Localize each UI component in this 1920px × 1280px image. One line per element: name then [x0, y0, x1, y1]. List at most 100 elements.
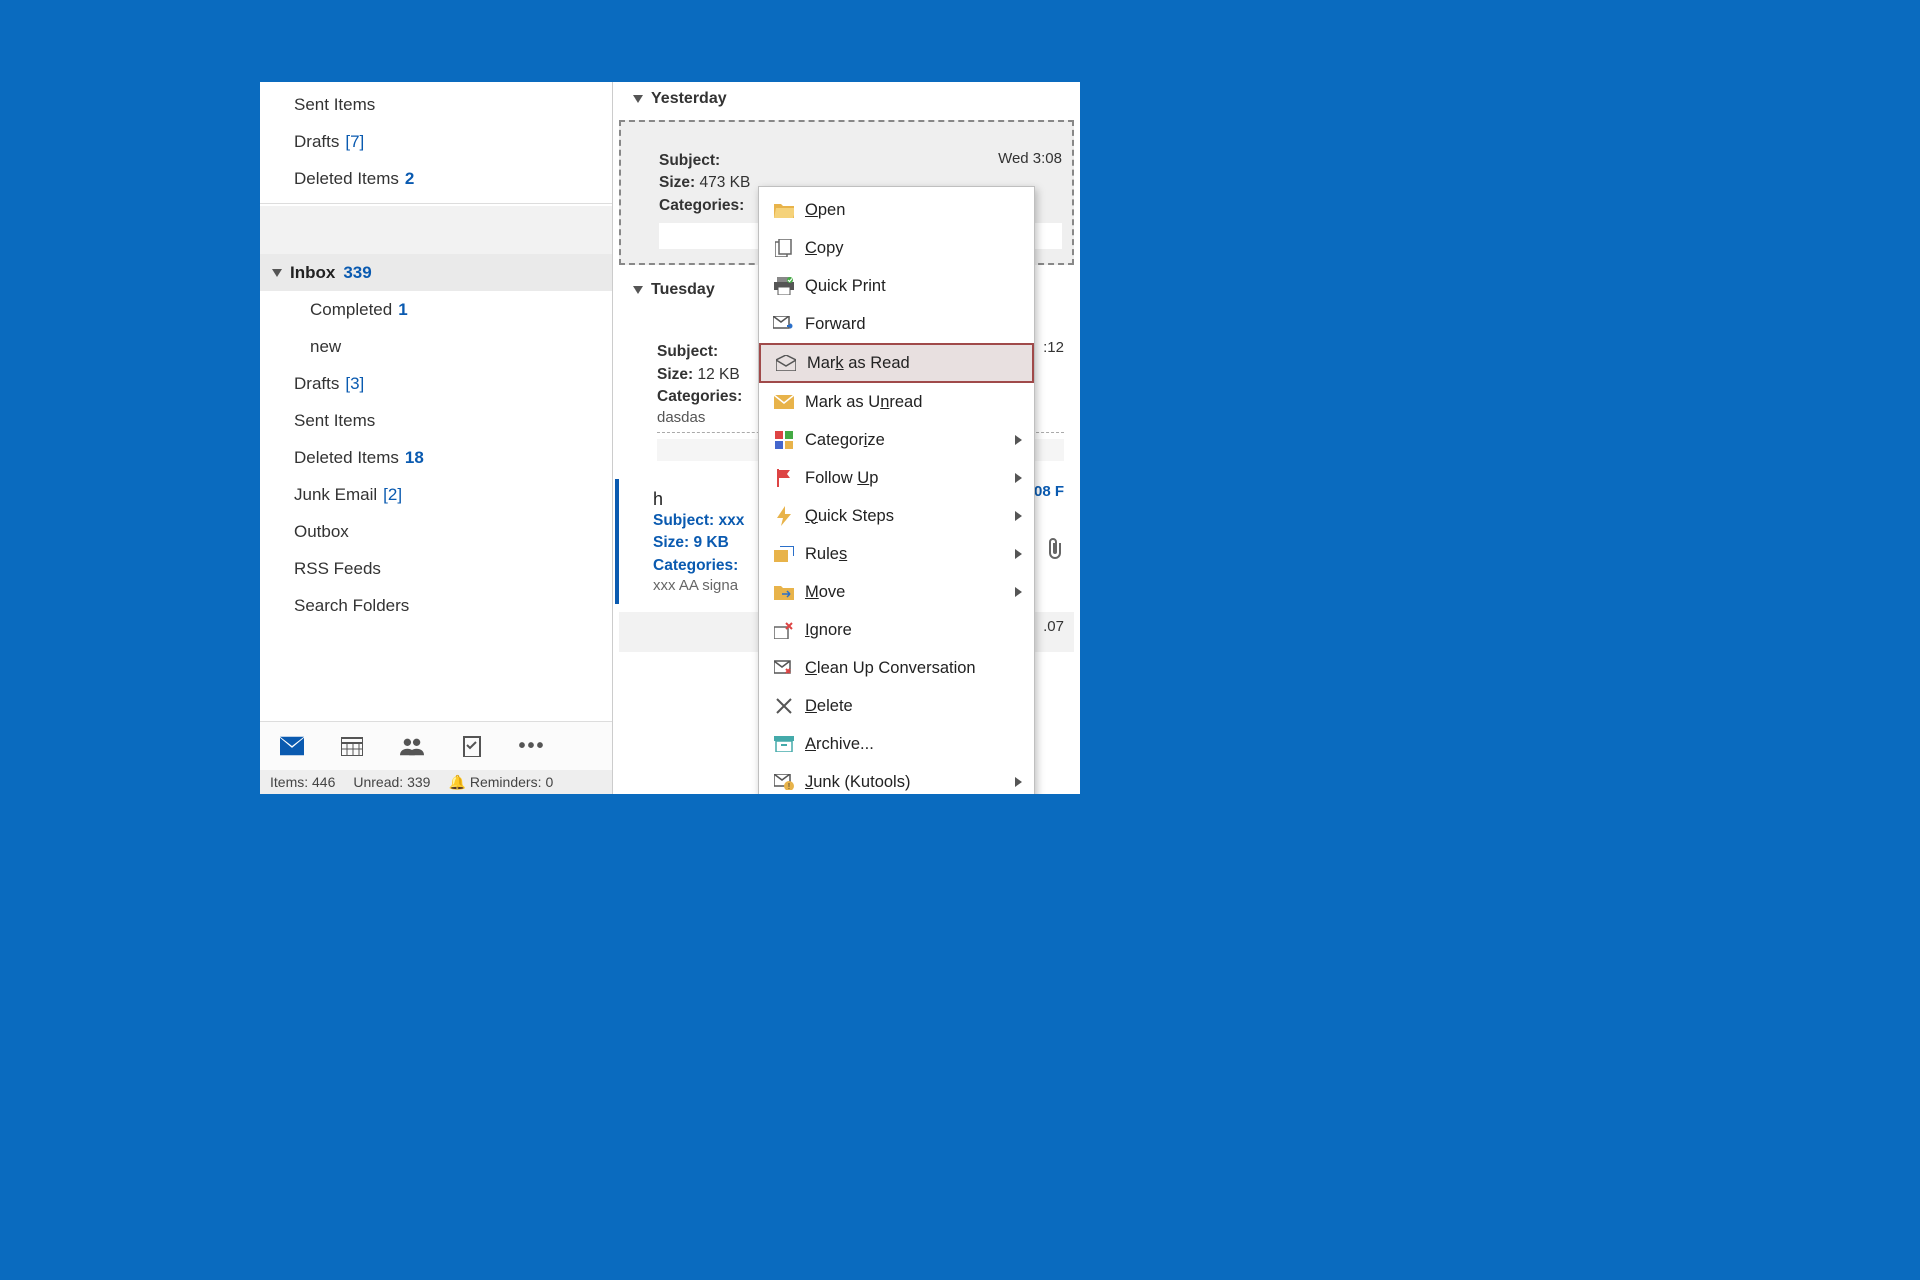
- menu-quick-print[interactable]: Quick Print: [759, 267, 1034, 305]
- folder-label: Sent Items: [294, 411, 375, 431]
- folder-junk-email[interactable]: Junk Email [2]: [260, 476, 612, 513]
- ignore-icon: [769, 621, 799, 639]
- folder-label: Search Folders: [294, 596, 409, 616]
- folder-count: [2]: [383, 485, 402, 505]
- junk-icon: !: [769, 774, 799, 790]
- archive-icon: [769, 736, 799, 752]
- folder-drafts[interactable]: Drafts [7]: [260, 123, 612, 160]
- folder-label: Inbox: [290, 263, 335, 283]
- expand-triangle-icon: [272, 269, 282, 277]
- envelope-open-icon: [771, 355, 801, 371]
- folder-inbox[interactable]: Inbox 339: [260, 254, 612, 291]
- submenu-arrow-icon: [1015, 587, 1022, 597]
- folder-search-folders[interactable]: Search Folders: [260, 587, 612, 624]
- folder-count: 339: [343, 263, 371, 283]
- copy-icon: [769, 239, 799, 257]
- submenu-arrow-icon: [1015, 435, 1022, 445]
- submenu-arrow-icon: [1015, 473, 1022, 483]
- folder-sent-items-2[interactable]: Sent Items: [260, 402, 612, 439]
- folder-label: RSS Feeds: [294, 559, 381, 579]
- lightning-icon: [769, 506, 799, 526]
- delete-icon: [769, 698, 799, 714]
- context-menu: Open Copy Quick Print Forward Mark as Re…: [758, 186, 1035, 794]
- svg-text:!: !: [788, 782, 790, 790]
- folder-deleted-items-2[interactable]: Deleted Items 18: [260, 439, 612, 476]
- menu-junk[interactable]: ! Junk (Kutools): [759, 763, 1034, 794]
- account-header[interactable]: [260, 206, 612, 254]
- menu-categorize[interactable]: Categorize: [759, 421, 1034, 459]
- collapse-triangle-icon: [633, 95, 643, 103]
- group-label: Yesterday: [651, 90, 727, 108]
- mail-icon[interactable]: [280, 735, 304, 757]
- menu-delete[interactable]: Delete: [759, 687, 1034, 725]
- folder-label: Sent Items: [294, 95, 375, 115]
- printer-icon: [769, 277, 799, 295]
- people-icon[interactable]: [400, 735, 424, 757]
- status-reminders: 🔔 Reminders: 0: [448, 774, 553, 791]
- bell-icon: 🔔: [448, 774, 465, 791]
- folder-open-icon: [769, 202, 799, 218]
- folder-label: Drafts: [294, 132, 339, 152]
- folder-label: Outbox: [294, 522, 349, 542]
- folder-count: 1: [398, 300, 407, 320]
- folder-count: 18: [405, 448, 424, 468]
- attachment-icon: [1046, 537, 1064, 559]
- menu-mark-as-read[interactable]: Mark as Read: [759, 343, 1034, 383]
- forward-icon: [769, 316, 799, 332]
- folder-label: new: [310, 337, 341, 357]
- menu-mark-as-unread[interactable]: Mark as Unread: [759, 383, 1034, 421]
- menu-archive[interactable]: Archive...: [759, 725, 1034, 763]
- more-icon[interactable]: •••: [520, 735, 544, 757]
- submenu-arrow-icon: [1015, 777, 1022, 787]
- categorize-icon: [769, 431, 799, 449]
- folder-count: [3]: [345, 374, 364, 394]
- menu-rules[interactable]: Rules: [759, 535, 1034, 573]
- folder-new[interactable]: new: [260, 328, 612, 365]
- flag-icon: [769, 469, 799, 487]
- menu-open[interactable]: Open: [759, 191, 1034, 229]
- folder-deleted-items[interactable]: Deleted Items 2: [260, 160, 612, 197]
- folder-completed[interactable]: Completed 1: [260, 291, 612, 328]
- status-unread: Unread: 339: [353, 774, 430, 790]
- mail-time: :12: [1043, 339, 1064, 356]
- calendar-icon[interactable]: [340, 735, 364, 757]
- folder-rss-feeds[interactable]: RSS Feeds: [260, 550, 612, 587]
- outlook-window: Sent Items Drafts [7] Deleted Items 2 In…: [260, 82, 1080, 794]
- folder-list: Sent Items Drafts [7] Deleted Items 2 In…: [260, 82, 612, 721]
- status-bar: Items: 446 Unread: 339 🔔 Reminders: 0: [260, 770, 612, 794]
- folder-label: Drafts: [294, 374, 339, 394]
- rules-icon: [769, 546, 799, 562]
- nav-bar: •••: [260, 721, 612, 770]
- submenu-arrow-icon: [1015, 511, 1022, 521]
- submenu-arrow-icon: [1015, 549, 1022, 559]
- folder-count: 2: [405, 169, 414, 189]
- menu-forward[interactable]: Forward: [759, 305, 1034, 343]
- folder-label: Deleted Items: [294, 169, 399, 189]
- folder-sent-items[interactable]: Sent Items: [260, 86, 612, 123]
- menu-copy[interactable]: Copy: [759, 229, 1034, 267]
- folder-label: Junk Email: [294, 485, 377, 505]
- tasks-icon[interactable]: [460, 735, 484, 757]
- folder-label: Completed: [310, 300, 392, 320]
- collapse-triangle-icon: [633, 286, 643, 294]
- mail-time: .07: [1043, 618, 1064, 635]
- mail-time: 08 F: [1034, 483, 1064, 500]
- envelope-closed-icon: [769, 395, 799, 409]
- folder-label: Deleted Items: [294, 448, 399, 468]
- divider: [260, 203, 612, 204]
- move-folder-icon: [769, 584, 799, 600]
- mail-time: Wed 3:08: [998, 150, 1062, 167]
- menu-ignore[interactable]: Ignore: [759, 611, 1034, 649]
- group-yesterday[interactable]: Yesterday: [613, 82, 1080, 116]
- status-items: Items: 446: [270, 774, 335, 790]
- folder-outbox[interactable]: Outbox: [260, 513, 612, 550]
- menu-move[interactable]: Move: [759, 573, 1034, 611]
- cleanup-icon: [769, 659, 799, 677]
- folder-count: [7]: [345, 132, 364, 152]
- menu-quick-steps[interactable]: Quick Steps: [759, 497, 1034, 535]
- folder-drafts-2[interactable]: Drafts [3]: [260, 365, 612, 402]
- folder-sidebar: Sent Items Drafts [7] Deleted Items 2 In…: [260, 82, 613, 794]
- menu-clean-up[interactable]: Clean Up Conversation: [759, 649, 1034, 687]
- group-label: Tuesday: [651, 281, 715, 299]
- menu-follow-up[interactable]: Follow Up: [759, 459, 1034, 497]
